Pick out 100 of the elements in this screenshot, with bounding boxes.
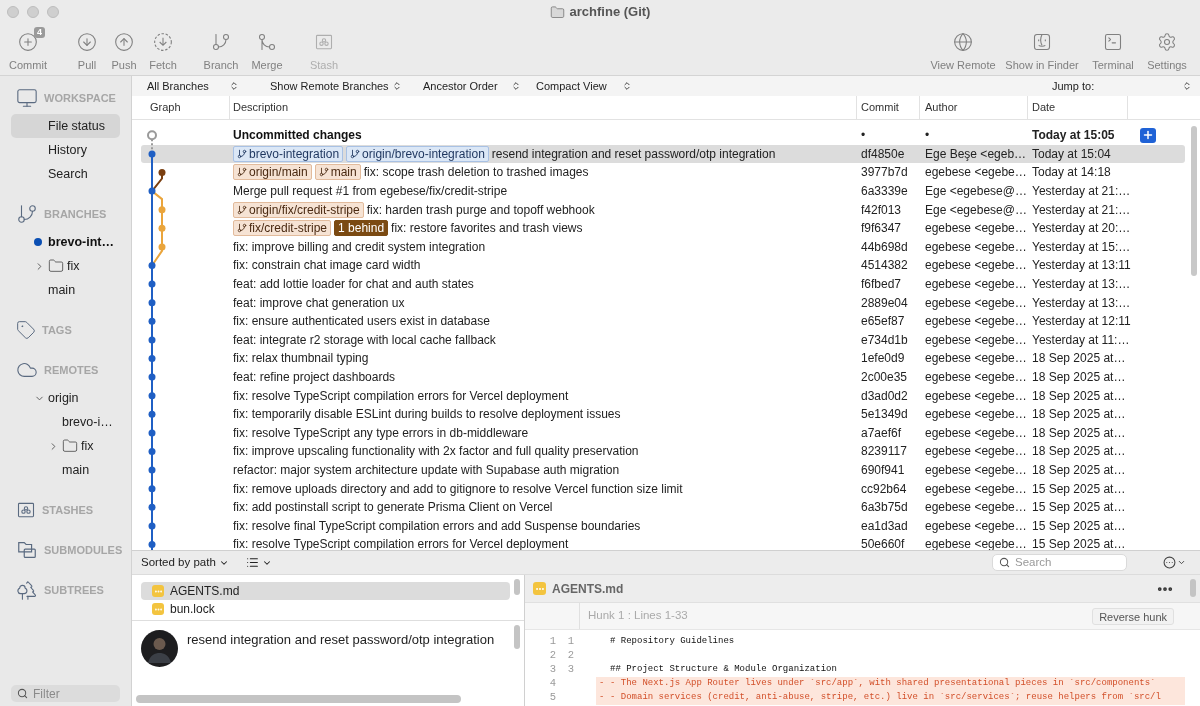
add-button[interactable] xyxy=(1140,127,1156,143)
commit-row[interactable]: feat: refine project dashboards 2c00e35 egebese <egebe… 18 Sep 2025 at… xyxy=(141,367,1185,387)
date-text: 18 Sep 2025 at… xyxy=(1031,462,1127,479)
commit-hash: 6a3339e xyxy=(860,183,909,201)
commit-message: fix: improve billing and credit system integration xyxy=(233,238,486,256)
commit-row[interactable]: fix: temporarily disable ESLint during builds to resolve deployment issues 5e1349d egebese <egebe… 18 Sep 2025 at… xyxy=(141,404,1185,424)
sidebar-item[interactable]: brevo-int… xyxy=(11,230,120,254)
commit-hash: f9f6347 xyxy=(860,220,903,238)
plus-icon xyxy=(1142,129,1154,142)
sidebar-item[interactable]: History xyxy=(11,138,120,162)
author-text: egebese <egebe… xyxy=(924,443,1028,461)
commit-row[interactable]: fix: resolve TypeScript compilation errors for Vercel deployment 50e660f egebese <egebe… 15 Sep 2025 at… xyxy=(141,535,1185,550)
commit-row[interactable]: brevo-integration origin/brevo-integration resend integration and reset password/otp integration df4850e Ege Beşe <egeb… Today at 15:04 xyxy=(141,144,1185,164)
commit-row[interactable]: fix: ensure authenticated users exist in database e65ef87 egebese <egebe… Yesterday at 12:11 xyxy=(141,311,1185,331)
file-list-item[interactable]: bun.lock xyxy=(141,600,510,618)
filter-dropdown[interactable]: Jump to: xyxy=(1052,77,1192,95)
commit-row[interactable]: fix: improve upscaling functionality with 2x factor and full quality preservation 8239117 egebese <egebe… 18 Sep 2025 at… xyxy=(141,442,1185,461)
column-header[interactable]: Date xyxy=(1032,99,1056,116)
filter-field[interactable]: Filter xyxy=(11,685,120,702)
scrollbar xyxy=(1190,579,1196,597)
chevrons-icon xyxy=(229,81,239,91)
author-text: Ege <egebese@… xyxy=(924,201,1028,219)
file-list-item[interactable]: AGENTS.md xyxy=(141,582,510,600)
branch-icon xyxy=(237,204,247,215)
search-field[interactable]: Search xyxy=(992,554,1127,571)
author-text: egebese <egebe… xyxy=(924,164,1028,182)
sidebar-item[interactable]: main xyxy=(11,458,120,482)
column-header[interactable]: Author xyxy=(925,99,958,116)
commit-row[interactable]: refactor: major system architecture update with Supabase auth migration 690f941 egebese <egebe… 18 Sep 2025 at… xyxy=(141,460,1185,480)
toolbar-button[interactable]: Fetch xyxy=(145,24,181,75)
folder-icon xyxy=(48,258,64,274)
commit-row[interactable]: fix: improve billing and credit system integration 44b698d egebese <egebe… Yesterday at 15:… xyxy=(141,237,1185,257)
commit-row[interactable]: Merge pull request #1 from egebese/fix/credit-stripe 6a3339e Ege <egebese@… Yesterday at 21:… xyxy=(141,181,1185,201)
author-text: egebese <egebe… xyxy=(924,313,1028,331)
toolbar-button[interactable]: View Remote xyxy=(928,24,998,75)
date-text: Yesterday at 13:11 xyxy=(1031,257,1132,275)
reverse-hunk-button[interactable]: Reverse hunk xyxy=(1092,607,1174,625)
commit-hash: 4514382 xyxy=(860,257,909,275)
author-text: egebese <egebe… xyxy=(924,257,1028,275)
commit-message: fix: add postinstall script to generate Prisma Client on Vercel xyxy=(233,499,553,517)
commit-hash: e734d1b xyxy=(860,331,909,349)
commit-hash: f6fbed7 xyxy=(860,276,903,294)
commit-row[interactable]: origin/main main fix: scope trash deletion to trashed images 3977b7d egebese <egebe… Today at 14:18 xyxy=(141,163,1185,182)
scrollbar xyxy=(514,579,520,595)
commit-row[interactable]: Uncommitted changes • • Today at 15:05 xyxy=(141,126,1185,145)
commit-row[interactable]: fix: resolve TypeScript compilation errors for Vercel deployment d3ad0d2 egebese <egebe… 18 Sep 2025 at… xyxy=(141,386,1185,405)
date-text: Yesterday at 11:… xyxy=(1031,331,1131,349)
commit-row[interactable]: fix: resolve TypeScript any type errors in db-middleware a7aef6f egebese <egebe… 18 Sep 2025 at… xyxy=(141,423,1185,443)
commit-message: fix: resolve TypeScript compilation errors for Vercel deployment xyxy=(233,387,569,405)
commit-row[interactable]: feat: add lottie loader for chat and auth states f6fbed7 egebese <egebe… Yesterday at 13:… xyxy=(141,274,1185,294)
count-badge: 4 xyxy=(34,27,45,38)
sidebar-item[interactable]: main xyxy=(11,278,120,302)
sidebar-item[interactable]: brevo-i… xyxy=(11,410,120,434)
column-header[interactable]: Description xyxy=(233,99,289,116)
window-control-button[interactable] xyxy=(7,6,19,18)
commit-row[interactable]: fix: remove uploads directory and add to gitignore to resolve Vercel function size limit cc92b64 egebese <egebe… 15 Sep 2025 at… xyxy=(141,479,1185,498)
commit-hash: d3ad0d2 xyxy=(860,387,909,405)
commit-row[interactable]: fix/credit-stripe 1 behind fix: restore favorites and trash views f9f6347 egebese <egebe… Yesterday at 20:… xyxy=(141,218,1185,238)
window-control-button[interactable] xyxy=(47,6,59,18)
ellipsis-circle-icon xyxy=(1163,556,1176,569)
commit-row[interactable]: fix: relax thumbnail typing 1efe0d9 egebese <egebe… 18 Sep 2025 at… xyxy=(141,349,1185,368)
diff-sign: - xyxy=(598,691,606,705)
submodules-icon xyxy=(16,539,38,561)
author-text: Ege <egebese@… xyxy=(924,183,1028,201)
folder-icon xyxy=(549,4,565,20)
more-options-button[interactable] xyxy=(1163,556,1186,569)
filter-dropdown[interactable]: Show Remote Branches xyxy=(270,77,402,95)
commit-hash: 3977b7d xyxy=(860,164,909,182)
diff-file-name: AGENTS.md xyxy=(552,580,624,598)
author-text: egebese <egebe… xyxy=(924,480,1028,498)
commit-row[interactable]: fix: resolve final TypeScript compilation errors and add Suspense boundaries ea1d3ad egebese <egebe… 15 Sep 2025 at… xyxy=(141,516,1185,536)
filter-dropdown[interactable]: Ancestor Order xyxy=(423,77,521,95)
sort-dropdown[interactable]: Sorted by path xyxy=(141,553,229,572)
commit-row[interactable]: feat: integrate r2 storage with local cache fallback e734d1b egebese <egebe… Yesterday at 11:… xyxy=(141,330,1185,350)
commit-row[interactable]: origin/fix/credit-stripe fix: harden trash purge and topoff webhook f42f013 Ege <egebese@… Yesterday at 21:… xyxy=(141,200,1185,219)
list-icon xyxy=(245,556,259,569)
commit-message: fix: resolve TypeScript compilation errors for Vercel deployment xyxy=(233,536,569,550)
commit-row[interactable]: fix: add postinstall script to generate Prisma Client on Vercel 6a3b75d egebese <egebe… 15 Sep 2025 at… xyxy=(141,497,1185,517)
commit-row[interactable]: feat: improve chat generation ux 2889e04 egebese <egebe… Yesterday at 13:… xyxy=(141,293,1185,312)
filter-dropdown[interactable]: Compact View xyxy=(536,77,632,95)
sidebar-item[interactable]: Search xyxy=(11,162,120,186)
date-text: Yesterday at 21:… xyxy=(1031,183,1132,201)
sidebar-item[interactable]: fix xyxy=(11,254,120,278)
modified-file-icon xyxy=(533,582,546,595)
sidebar-label: fix xyxy=(81,437,94,455)
sidebar-item[interactable]: origin xyxy=(11,386,120,410)
commit-hash: 2c00e35 xyxy=(860,369,909,386)
sidebar-item[interactable]: File status xyxy=(11,114,120,138)
filter-dropdown[interactable]: All Branches xyxy=(147,77,239,95)
commit-row[interactable]: fix: constrain chat image card width 4514382 egebese <egebe… Yesterday at 13:11 xyxy=(141,256,1185,275)
sidebar-item[interactable]: fix xyxy=(11,434,120,458)
commit-message: fix: resolve final TypeScript compilation errors and add Suspense boundaries xyxy=(233,517,641,535)
sidebar-label: main xyxy=(48,281,76,299)
commit-message: resend integration and reset password/otp integration xyxy=(187,632,495,648)
toolbar-button[interactable]: 4 Commit xyxy=(10,24,46,75)
window-control-button[interactable] xyxy=(27,6,39,18)
column-header[interactable]: Commit xyxy=(861,99,899,116)
view-mode-dropdown[interactable] xyxy=(245,556,272,569)
code-text: - Domain services (credit, anti-abuse, stripe, etc.) live in `src/services`; reuse helpers from `src/l xyxy=(610,691,1161,705)
column-header[interactable]: Graph xyxy=(150,99,181,116)
